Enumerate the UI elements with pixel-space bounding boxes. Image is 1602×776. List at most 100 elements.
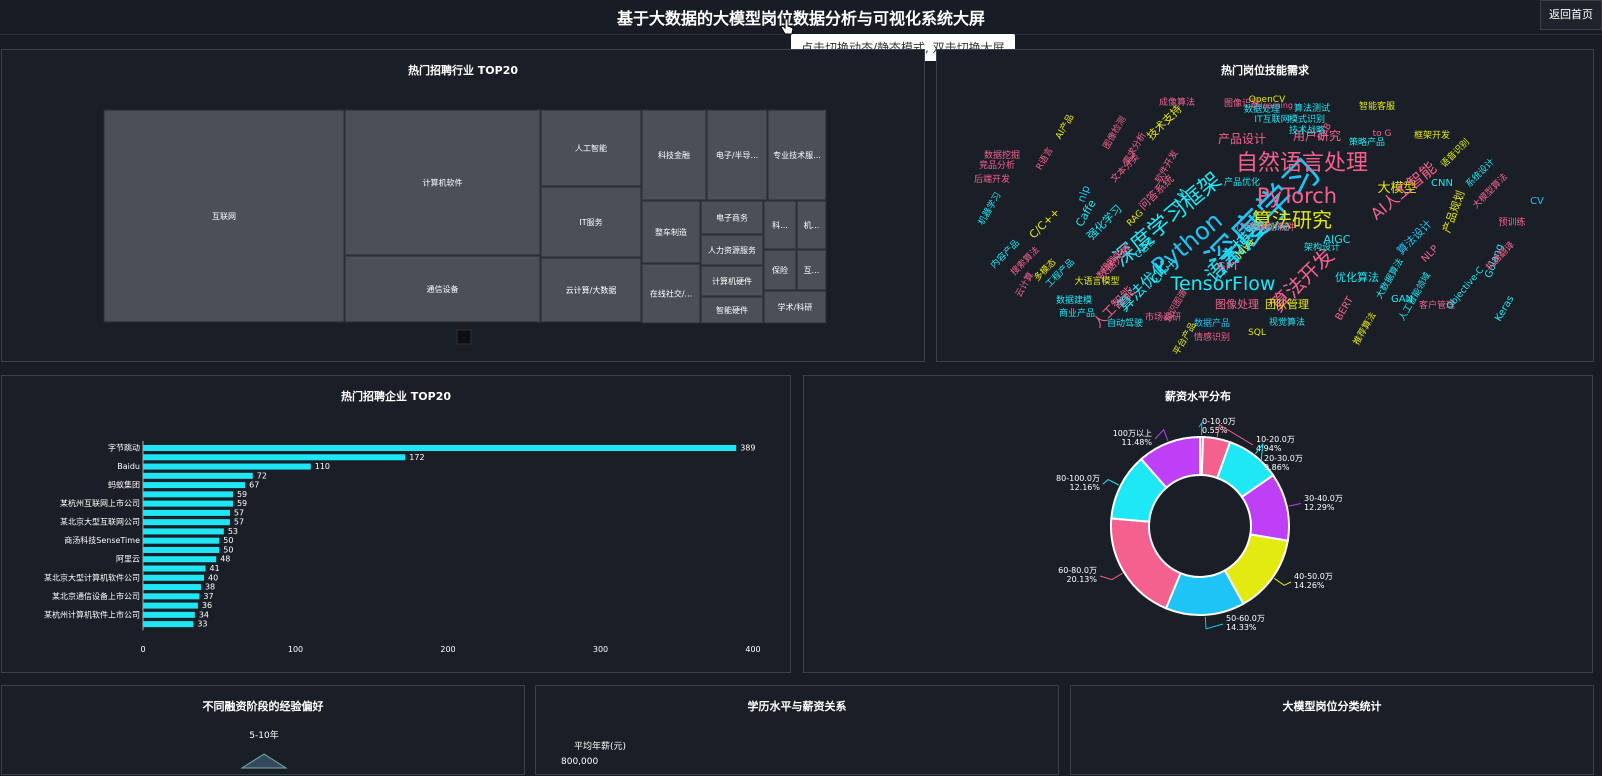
salary-donut-chart: 0-10.0万0.55%10-20.0万4.94%20-30.0万9.86%30…: [1056, 417, 1343, 632]
wordcloud-word: CV: [1530, 196, 1544, 207]
bar-mark[interactable]: [143, 519, 230, 526]
donut-slice-label: 100万以上: [1113, 429, 1152, 438]
treemap-tile[interactable]: 云计算/大数据: [540, 257, 642, 323]
bar-mark[interactable]: [143, 482, 246, 489]
treemap-tile[interactable]: 整车制造: [641, 200, 701, 264]
bar-mark[interactable]: [143, 546, 220, 553]
bar-mark[interactable]: [143, 500, 233, 507]
bar-category-label: 某北京大型计算机软件公司: [44, 572, 140, 582]
bar-mark[interactable]: [143, 593, 200, 600]
wordcloud-word: CNN: [1431, 178, 1453, 189]
treemap-tile[interactable]: 电子商务: [700, 200, 764, 235]
treemap-tile[interactable]: 机...: [796, 200, 827, 250]
treemap-tile[interactable]: 计算机软件: [344, 109, 541, 256]
wordcloud-word: 后端开发: [974, 173, 1010, 185]
donut-slice-label: 20-30.0万: [1264, 454, 1303, 463]
treemap-tile[interactable]: 学术/科研: [763, 290, 827, 324]
bar-category-label: 某北京大型互联网公司: [60, 517, 140, 527]
wordcloud-word: PyTorch: [1257, 184, 1337, 208]
bar-value-label: 59: [237, 499, 247, 508]
bar-value-label: 33: [197, 620, 207, 629]
bar-mark[interactable]: [143, 509, 230, 516]
category-panel-title: 大模型岗位分类统计: [1282, 700, 1382, 713]
wordcloud-word: BERT: [1334, 294, 1357, 322]
bar-mark[interactable]: [143, 574, 204, 581]
wordcloud-word: R语言: [1033, 145, 1056, 172]
treemap-tile[interactable]: 在线社交/...: [641, 263, 701, 324]
treemap-tile-label: 通信设备: [427, 284, 459, 294]
wordcloud-word: 商业产品: [1059, 307, 1095, 319]
bar-value-label: 53: [228, 527, 238, 536]
bar-mark[interactable]: [143, 602, 198, 609]
donut-leader-line: [1102, 478, 1119, 486]
wordcloud-word: 产品规划: [1439, 189, 1467, 235]
donut-slice-pct: 9.86%: [1264, 463, 1290, 472]
donut-leader-line: [1154, 428, 1169, 442]
treemap-tile-label: 计算机软件: [423, 178, 463, 188]
wordcloud-word: NLP: [1420, 244, 1441, 265]
bar-value-label: 172: [409, 453, 424, 462]
wordcloud-word: 架构设计: [1304, 241, 1340, 253]
donut-slice-pct: 20.13%: [1066, 575, 1097, 584]
industry-treemap: 互联网 计算机软件通信设备 人工智能 IT服务云计算/大数据 科技金融整车制造在线社交/…: [103, 109, 827, 345]
bar-mark[interactable]: [143, 621, 194, 628]
wordcloud-word: 数据建模: [1056, 294, 1092, 306]
education-y-axis-label: 平均年薪(元): [574, 740, 626, 752]
treemap-tile[interactable]: 保险: [763, 249, 797, 291]
wordcloud-word: 框架开发: [1414, 129, 1450, 141]
home-button[interactable]: 返回首页: [1540, 0, 1602, 30]
bar-x-tick: 100: [288, 645, 303, 654]
treemap-tile[interactable]: 互...: [796, 249, 827, 291]
bar-x-tick: 0: [140, 645, 145, 654]
treemap-tile[interactable]: 科...: [763, 200, 797, 250]
funding-radar-chart: 5-10年: [240, 729, 288, 769]
bar-mark[interactable]: [143, 537, 220, 544]
bar-value-label: 110: [315, 462, 330, 471]
bar-mark[interactable]: [143, 565, 206, 572]
wordcloud-word: IT/互联网/软件: [1236, 221, 1295, 233]
bar-value-label: 36: [202, 601, 212, 610]
treemap-tile[interactable]: 人工智能: [540, 109, 642, 187]
donut-slice[interactable]: [1110, 517, 1182, 610]
companies-panel: 热门招聘企业 TOP20 389 字节跳动 172 110 Baidu 72 67 蚂蚁集团 5…: [1, 375, 791, 673]
treemap-tile[interactable]: IT服务: [540, 186, 642, 258]
bar-mark[interactable]: [143, 463, 311, 470]
treemap-tile[interactable]: 电子/半导...: [706, 109, 768, 201]
treemap-tile-label: 互...: [804, 266, 820, 275]
treemap-tile[interactable]: 通信设备: [344, 255, 541, 323]
treemap-tile-label: 互联网: [212, 212, 236, 221]
treemap-tile[interactable]: 互联网: [103, 109, 345, 323]
wordcloud-word: 优化算法: [1335, 270, 1379, 284]
treemap-tile[interactable]: 计算机硬件: [700, 265, 764, 297]
wordcloud-word: Keras: [1493, 294, 1516, 323]
treemap-tile-label: 电子/半导...: [716, 150, 758, 160]
bar-mark[interactable]: [143, 445, 737, 451]
donut-slice-label: 50-60.0万: [1226, 614, 1265, 623]
donut-leader-line: [1288, 502, 1302, 507]
bar-mark[interactable]: [143, 611, 195, 618]
funding-panel: 不同融资阶段的经验偏好 5-10年: [1, 685, 525, 775]
bar-x-tick: 300: [593, 645, 608, 654]
wordcloud-word: 推荐算法: [1350, 310, 1378, 347]
bar-value-label: 34: [199, 610, 209, 619]
wordcloud-word: 成像算法: [1159, 96, 1195, 108]
treemap-breadcrumb[interactable]: [456, 329, 472, 345]
donut-slice-pct: 12.16%: [1069, 483, 1100, 492]
wordcloud-word: GPT: [1217, 260, 1239, 273]
wordcloud-word: AI产品: [1053, 112, 1077, 141]
treemap-tile[interactable]: 人力资源服务: [700, 234, 764, 266]
treemap-tile[interactable]: 科技金融: [641, 109, 707, 201]
bar-category-label: 某北京通信设备上市公司: [52, 591, 140, 601]
treemap-tile-label: 学术/科研: [778, 302, 813, 312]
bar-mark[interactable]: [143, 528, 224, 535]
bar-value-label: 50: [223, 536, 233, 545]
bar-value-label: 59: [237, 490, 247, 499]
bar-mark[interactable]: [143, 556, 217, 563]
treemap-tile[interactable]: 专业技术服...: [767, 109, 827, 201]
bar-mark[interactable]: [143, 491, 233, 498]
bar-mark[interactable]: [143, 584, 201, 591]
bar-mark[interactable]: [143, 472, 253, 479]
bar-mark[interactable]: [143, 454, 406, 461]
wordcloud-word: SQL: [1248, 328, 1266, 338]
treemap-tile[interactable]: 智能硬件: [700, 296, 764, 324]
